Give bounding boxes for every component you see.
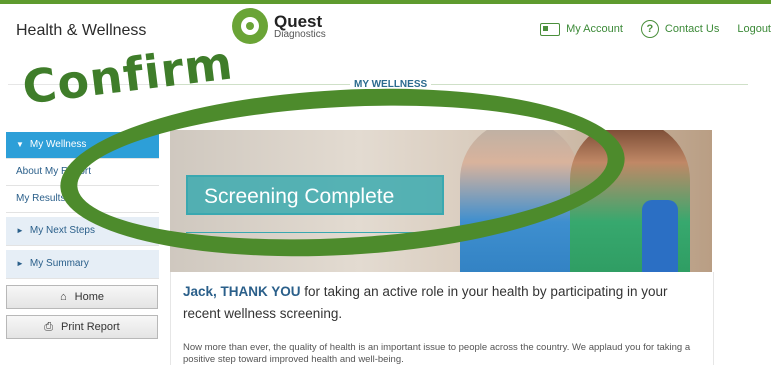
my-account-label: My Account: [566, 23, 623, 35]
caret-right-icon: ►: [16, 226, 24, 235]
logout-label: Logout: [737, 23, 771, 35]
caret-right-icon: ►: [16, 259, 24, 268]
top-accent-bar: [0, 0, 771, 4]
confirm-annotation: Confirm: [19, 35, 237, 115]
patient-greeting: Jack, THANK YOU: [183, 284, 301, 299]
hero-exercise-mat: [642, 200, 678, 272]
logo-name: Quest: [274, 11, 323, 31]
thank-you-message: Jack, THANK YOU for taking an active rol…: [183, 281, 683, 325]
caret-down-icon: ▼: [16, 140, 24, 149]
logo-sub: Diagnostics: [274, 28, 326, 40]
description-text: Now more than ever, the quality of healt…: [183, 342, 691, 365]
section-divider: [170, 84, 748, 85]
contact-us-label: Contact Us: [664, 23, 720, 35]
top-nav: My Account ? Contact Us Logout: [522, 20, 771, 38]
home-icon: ⌂: [60, 291, 67, 303]
home-button[interactable]: ⌂ Home: [6, 285, 158, 309]
print-report-button[interactable]: ⎙ Print Report: [6, 315, 158, 339]
logout-link[interactable]: Logout: [737, 23, 771, 35]
contact-us-link[interactable]: ? Contact Us: [640, 20, 720, 38]
my-account-link[interactable]: My Account: [540, 22, 623, 36]
quest-logo[interactable]: Quest Diagnostics: [232, 8, 326, 44]
account-card-icon: [540, 22, 561, 36]
help-icon: ?: [640, 20, 659, 38]
app-title: Health & Wellness: [16, 22, 147, 39]
quest-logo-icon: [232, 8, 268, 44]
printer-icon: ⎙: [44, 320, 54, 333]
sidebar-item-summary[interactable]: ► My Summary: [6, 250, 159, 279]
